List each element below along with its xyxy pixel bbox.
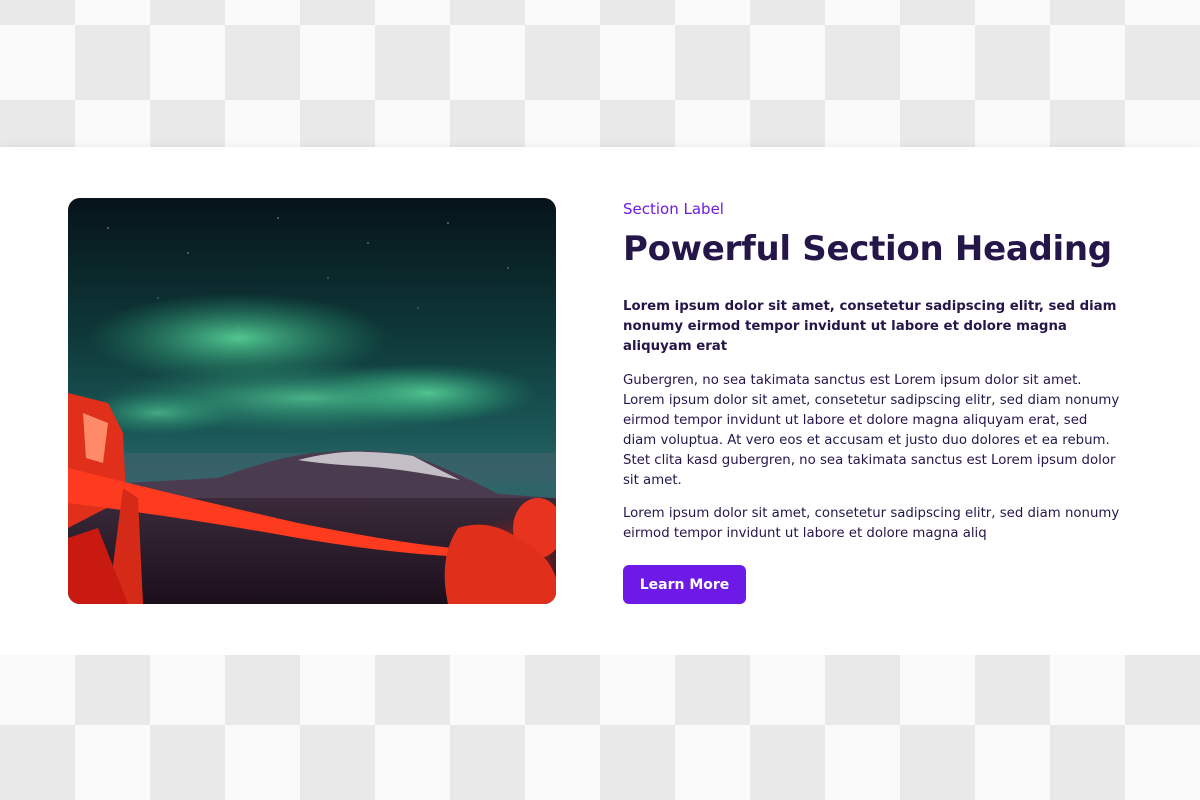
checkerboard-bottom (0, 655, 1200, 800)
body-paragraph: Lorem ipsum dolor sit amet, consetetur s… (623, 506, 1120, 541)
lead-paragraph: Lorem ipsum dolor sit amet, consetetur s… (623, 299, 1117, 354)
feature-section: Section Label Powerful Section Heading L… (0, 147, 1200, 655)
aurora-photo (68, 198, 556, 604)
section-content: Section Label Powerful Section Heading L… (623, 199, 1123, 557)
section-label: Section Label (623, 200, 724, 218)
checkerboard-top (0, 0, 1200, 147)
section-heading: Powerful Section Heading (623, 229, 1112, 269)
body-paragraph: Gubergren, no sea takimata sanctus est L… (623, 373, 1120, 488)
learn-more-button[interactable]: Learn More (623, 565, 746, 604)
